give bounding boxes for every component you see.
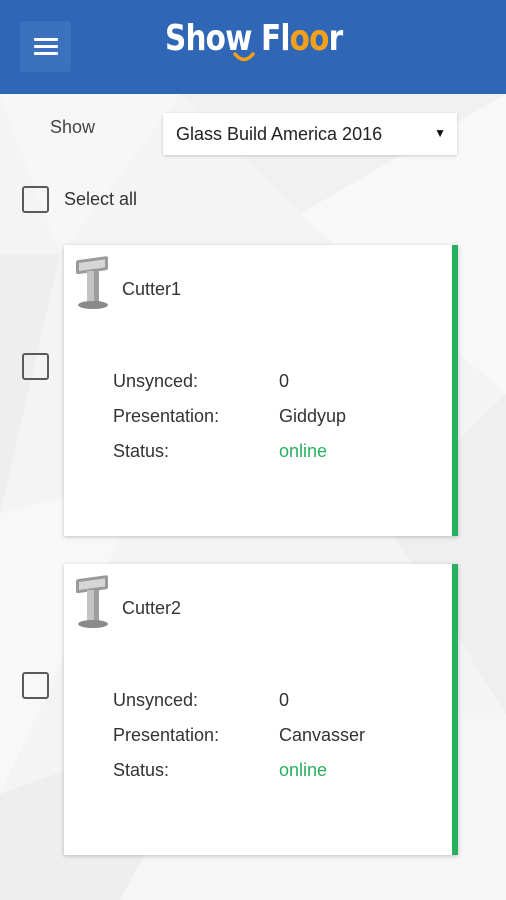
show-label: Show <box>50 117 96 137</box>
kiosk-icon <box>76 256 108 309</box>
device-name: Cutter1 <box>122 279 182 299</box>
logo-smile-icon <box>233 52 255 62</box>
show-selected-value: Glass Build America 2016 <box>176 123 383 144</box>
menu-button[interactable] <box>20 21 71 72</box>
device-card[interactable]: Cutter1 Unsynced: 0 Presentation: Giddyu… <box>64 245 458 536</box>
device-card[interactable]: Cutter2 Unsynced: 0 Presentation: Canvas… <box>64 564 458 855</box>
logo-text-oo: oo <box>289 18 330 59</box>
status-label: Status: <box>113 760 170 780</box>
presentation-label: Presentation: <box>113 725 220 745</box>
status-value: online <box>279 441 328 461</box>
logo-text-end: r <box>328 18 344 59</box>
unsynced-value: 0 <box>279 371 290 391</box>
select-all-checkbox[interactable] <box>22 186 49 213</box>
app-header: Show Fl oo r <box>0 0 506 94</box>
unsynced-label: Unsynced: <box>113 690 199 710</box>
presentation-value: Giddyup <box>279 406 347 426</box>
show-dropdown[interactable]: Glass Build America 2016 ▼ <box>163 113 457 155</box>
kiosk-icon <box>76 575 108 628</box>
status-label: Status: <box>113 441 170 461</box>
presentation-value: Canvasser <box>279 725 366 745</box>
app-logo: Show Fl oo r <box>165 18 344 78</box>
status-value: online <box>279 760 328 780</box>
unsynced-value: 0 <box>279 690 290 710</box>
select-all-label[interactable]: Select all <box>64 189 137 210</box>
device-checkbox[interactable] <box>22 672 49 699</box>
logo-text-start: Show Fl <box>165 18 290 59</box>
triangle-down-icon: ▼ <box>434 126 446 140</box>
hamburger-menu-icon <box>33 38 58 41</box>
device-checkbox[interactable] <box>22 353 49 380</box>
presentation-label: Presentation: <box>113 406 220 426</box>
device-name: Cutter2 <box>122 598 182 618</box>
unsynced-label: Unsynced: <box>113 371 199 391</box>
